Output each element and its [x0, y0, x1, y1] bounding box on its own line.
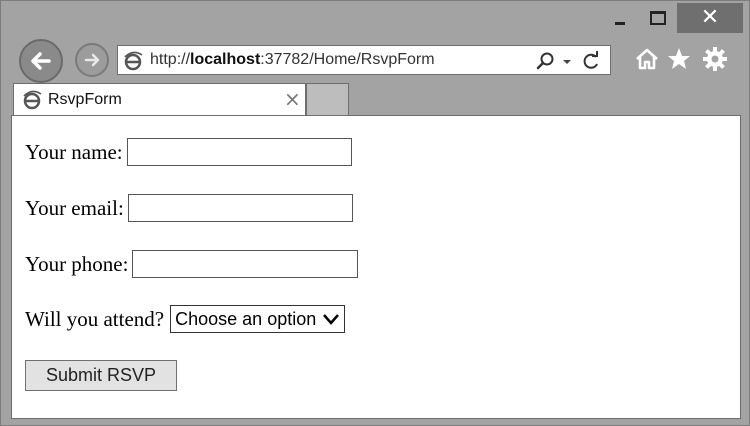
address-url[interactable]: http://localhost:37782/Home/RsvpForm	[150, 51, 435, 69]
name-row: Your name:	[25, 138, 352, 166]
phone-input[interactable]	[132, 250, 359, 278]
attend-select[interactable]: Choose an option	[170, 305, 346, 333]
email-input[interactable]	[127, 194, 353, 222]
browser-window: ✕ http://localhost:37782/Home/RsvpForm R…	[0, 0, 750, 426]
back-button[interactable]	[19, 39, 63, 83]
phone-label: Your phone:	[25, 251, 129, 276]
attend-row: Will you attend? Choose an option	[25, 305, 346, 333]
phone-row: Your phone:	[25, 250, 359, 278]
home-icon[interactable]	[633, 45, 661, 73]
maximize-button[interactable]	[641, 3, 675, 33]
url-host: localhost	[190, 51, 261, 68]
url-protocol: http://	[150, 51, 191, 68]
close-window-button[interactable]: ✕	[677, 3, 743, 33]
dropdown-arrow-icon[interactable]	[560, 50, 574, 72]
refresh-icon[interactable]	[580, 50, 602, 72]
tab-title: RsvpForm	[48, 91, 122, 108]
tab-close-icon[interactable]: ×	[284, 87, 301, 111]
name-label: Your name:	[25, 139, 123, 164]
page-content: Your name: Your email: Your phone: Will …	[11, 115, 741, 419]
address-bar[interactable]: http://localhost:37782/Home/RsvpForm	[117, 45, 611, 75]
minimize-icon	[615, 21, 625, 25]
search-icon[interactable]	[536, 50, 556, 72]
ie-page-icon	[23, 90, 42, 110]
arrow-right-icon	[84, 53, 100, 67]
close-icon: ✕	[700, 5, 720, 30]
maximize-icon	[650, 11, 666, 25]
arrow-left-icon	[31, 52, 51, 70]
email-label: Your email:	[25, 195, 124, 220]
chevron-down-icon	[323, 314, 340, 325]
attend-label: Will you attend?	[25, 306, 165, 331]
minimize-button[interactable]	[601, 3, 639, 33]
new-tab-button[interactable]	[306, 83, 349, 116]
star-icon[interactable]	[665, 45, 693, 73]
submit-rsvp-button[interactable]: Submit RSVP	[25, 360, 177, 391]
ie-page-icon	[124, 51, 143, 71]
name-input[interactable]	[126, 138, 352, 166]
tab-rsvpform[interactable]: RsvpForm ×	[13, 83, 306, 116]
url-path: :37782/Home/RsvpForm	[260, 51, 435, 68]
forward-button[interactable]	[75, 43, 109, 77]
attend-select-value: Choose an option	[175, 308, 317, 329]
email-row: Your email:	[25, 194, 353, 222]
gear-icon[interactable]	[701, 45, 729, 73]
